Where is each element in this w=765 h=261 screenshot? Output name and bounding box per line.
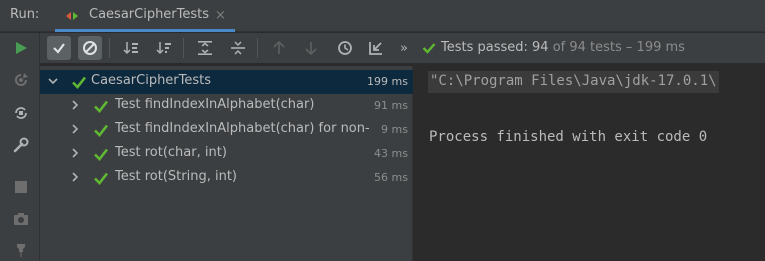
- passed-check-icon: [94, 148, 109, 161]
- stop-icon: [15, 181, 27, 193]
- collapse-all-icon: [231, 41, 245, 55]
- status-detail: of 94 tests – 199 ms: [552, 40, 685, 55]
- passed-check-icon: [94, 100, 109, 113]
- pin-icon: [17, 244, 25, 257]
- toolbar-separator: [109, 38, 110, 58]
- test-config-icon: [66, 12, 78, 20]
- play-icon: [16, 42, 27, 54]
- run-label: Run:: [10, 7, 40, 22]
- tree-row-time: 43 ms: [374, 147, 408, 160]
- chevron-down-icon[interactable]: [47, 75, 59, 87]
- settings-button[interactable]: [10, 134, 32, 156]
- tree-row-time: 91 ms: [374, 99, 408, 112]
- console-output[interactable]: "C:\Program Files\Java\jdk-17.0.1\ Proce…: [414, 66, 765, 261]
- arrow-up-icon: [273, 40, 285, 54]
- tree-row-label: Test rot(String, int): [115, 169, 237, 184]
- tree-row[interactable]: Test findIndexInAlphabet(char) 91 ms: [40, 94, 413, 118]
- sort-alpha-icon: [123, 42, 138, 55]
- more-actions-chevron[interactable]: »: [392, 36, 416, 60]
- passed-check-icon: [94, 124, 109, 137]
- passed-check-icon: [94, 172, 109, 185]
- rerun-failed-icon: [15, 73, 28, 86]
- run-tab-bar: Run: CaesarCipherTests ×: [0, 0, 765, 32]
- arrow-down-icon: [305, 42, 317, 56]
- auto-test-icon: [15, 107, 27, 119]
- chevron-right-icon[interactable]: [69, 123, 81, 135]
- run-side-toolbar: [0, 33, 40, 261]
- tree-row-label: Test findIndexInAlphabet(char): [115, 97, 315, 112]
- tree-row-label: Test findIndexInAlphabet(char) for non-: [115, 121, 370, 136]
- pin-tab-button[interactable]: [10, 239, 32, 261]
- toolbar-separator: [183, 38, 184, 58]
- sort-duration-icon: [156, 42, 171, 55]
- test-history-button[interactable]: [333, 36, 357, 60]
- tree-row-label: CaesarCipherTests: [91, 73, 212, 88]
- chevron-right-icon[interactable]: [69, 171, 81, 183]
- tree-row-label: Test rot(char, int): [115, 145, 227, 160]
- import-icon: [369, 42, 382, 55]
- chevron-right-icon[interactable]: [69, 99, 81, 111]
- next-failed-button[interactable]: [299, 36, 323, 60]
- ignored-icon: [83, 41, 97, 55]
- sort-by-duration-button[interactable]: [152, 36, 176, 60]
- console-command-line[interactable]: "C:\Program Files\Java\jdk-17.0.1\: [428, 71, 719, 93]
- stop-button[interactable]: [10, 176, 32, 198]
- tab-label: CaesarCipherTests: [89, 7, 210, 22]
- tree-row-time: 9 ms: [381, 123, 408, 136]
- checkmark-icon: [422, 43, 436, 54]
- close-icon[interactable]: ×: [215, 8, 226, 23]
- import-tests-button[interactable]: [364, 36, 388, 60]
- toolbar-separator: [257, 38, 258, 58]
- screenshot-button[interactable]: [10, 208, 32, 230]
- tree-row[interactable]: Test rot(String, int) 56 ms: [40, 166, 413, 190]
- rerun-button[interactable]: [10, 37, 32, 59]
- show-ignored-toggle[interactable]: [78, 36, 102, 60]
- status-passed: Tests passed: 94: [441, 40, 549, 55]
- tree-row[interactable]: Test findIndexInAlphabet(char) for non- …: [40, 118, 413, 142]
- console-exit-message: Process finished with exit code 0: [429, 129, 708, 145]
- tab-caesar-cipher-tests[interactable]: CaesarCipherTests ×: [55, 0, 235, 32]
- checkmark-icon: [53, 43, 65, 54]
- chevron-right-icon[interactable]: [69, 147, 81, 159]
- tree-row-time: 199 ms: [367, 75, 408, 88]
- expand-all-button[interactable]: [193, 36, 217, 60]
- sort-alphabetically-button[interactable]: [119, 36, 143, 60]
- tree-row-time: 56 ms: [374, 171, 408, 184]
- wrench-icon: [13, 137, 29, 153]
- passed-check-icon: [72, 76, 87, 89]
- previous-failed-button[interactable]: [267, 36, 291, 60]
- test-results-tree: CaesarCipherTests 199 ms Test findIndexI…: [40, 66, 413, 261]
- show-passed-toggle[interactable]: [47, 36, 71, 60]
- tree-row[interactable]: Test rot(char, int) 43 ms: [40, 142, 413, 166]
- test-status: Tests passed: 94 of 94 tests – 199 ms: [441, 40, 685, 55]
- clock-icon: [338, 41, 352, 55]
- camera-icon: [14, 213, 28, 225]
- tree-row-root[interactable]: CaesarCipherTests 199 ms: [40, 70, 413, 94]
- test-runner-toolbar: » Tests passed: 94 of 94 tests – 199 ms: [40, 33, 765, 63]
- collapse-all-button[interactable]: [226, 36, 250, 60]
- expand-all-icon: [198, 41, 212, 55]
- tab-active-indicator: [55, 29, 235, 32]
- rerun-failed-button[interactable]: [10, 69, 32, 91]
- toggle-auto-test-button[interactable]: [10, 102, 32, 124]
